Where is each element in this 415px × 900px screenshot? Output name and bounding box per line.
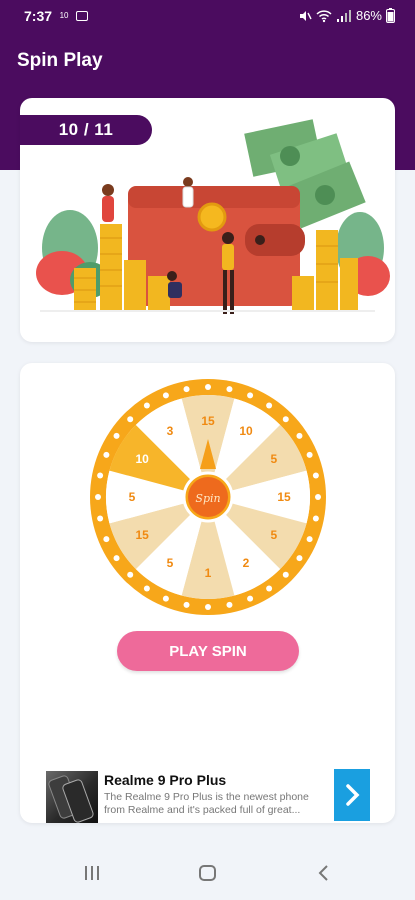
wheel-rim-light: [183, 601, 190, 608]
status-bar: 7:37 10 86%: [0, 0, 415, 34]
wheel-rim-light: [127, 571, 134, 578]
wheel-rim-light: [282, 571, 289, 578]
wheel-rim-light: [97, 472, 104, 479]
wheel-rim-light: [183, 386, 190, 393]
wheel-segment-label: 5: [270, 452, 277, 466]
wheel-rim-light: [315, 494, 321, 500]
wheel-rim-light: [143, 402, 150, 409]
wheel-rim-light: [162, 595, 169, 602]
wheel-rim-light: [205, 604, 211, 610]
wheel-rim-light: [103, 536, 110, 543]
wheel-segment-label: 15: [277, 490, 291, 504]
ad-description: The Realme 9 Pro Plus is the newest phon…: [104, 791, 309, 816]
status-time: 7:37: [24, 8, 53, 24]
wheel-rim-light: [127, 416, 134, 423]
ad-thumbnail: [46, 771, 98, 823]
wifi-icon: [316, 9, 332, 22]
wheel-rim-light: [247, 392, 254, 399]
wheel-rim-light: [162, 392, 169, 399]
wheel-rim-light: [296, 432, 303, 439]
wheel-center-label: Spin: [195, 492, 220, 505]
wheel-segment-label: 15: [201, 414, 215, 428]
ad-banner[interactable]: Realme 9 Pro Plus The Realme 9 Pro Plus …: [46, 769, 370, 823]
wheel-rim-light: [113, 432, 120, 439]
wheel-rim-light: [103, 451, 110, 458]
wheel-rim-light: [95, 494, 101, 500]
banner-card: 10 / 11: [20, 98, 395, 342]
wheel-rim-light: [266, 402, 273, 409]
home-icon[interactable]: [197, 862, 219, 884]
wheel-segment-label: 2: [243, 556, 250, 570]
signal-icon: [336, 9, 351, 22]
wheel-segment-label: 5: [129, 490, 136, 504]
battery-percent: 86%: [355, 8, 382, 23]
gallery-icon: [76, 11, 89, 21]
battery-icon: [386, 8, 395, 23]
chevron-right-icon: [346, 784, 360, 806]
wheel-rim-light: [306, 451, 313, 458]
wheel-segment-label: 5: [270, 528, 277, 542]
back-icon[interactable]: [314, 862, 334, 884]
wallet-coins-illustration: [36, 119, 390, 314]
wheel-rim-light: [247, 595, 254, 602]
wheel-segment-label: 15: [136, 528, 150, 542]
status-mini-label: 10: [59, 11, 69, 20]
wheel-segment-label: 3: [167, 424, 174, 438]
mute-icon: [299, 10, 312, 21]
wheel-rim-light: [312, 472, 319, 479]
page-title: Spin Play: [17, 50, 103, 71]
wheel-rim-light: [97, 515, 104, 522]
spin-card: 15 10 5 15 5 2 1 5 15 5 10 3 Spin PLAY SPIN Realme …: [20, 363, 395, 823]
wheel-rim-light: [296, 555, 303, 562]
spin-wheel[interactable]: 15105155215155103 Spin: [88, 377, 328, 617]
wheel-rim-light: [226, 601, 233, 608]
recent-apps-icon[interactable]: [82, 862, 102, 884]
play-spin-button[interactable]: PLAY SPIN: [117, 631, 299, 671]
wheel-rim-light: [143, 585, 150, 592]
wheel-rim-light: [266, 585, 273, 592]
wheel-rim-light: [306, 536, 313, 543]
wheel-segment-label: 1: [205, 566, 212, 580]
system-nav-bar: [0, 850, 415, 900]
wheel-rim-light: [312, 515, 319, 522]
wheel-segment-label: 10: [239, 424, 253, 438]
wheel-rim-light: [226, 386, 233, 393]
wheel-segment-label: 5: [167, 556, 174, 570]
ad-title: Realme 9 Pro Plus: [104, 772, 227, 788]
wheel-rim-light: [205, 384, 211, 390]
wheel-rim-light: [113, 555, 120, 562]
wheel-segment-label: 10: [136, 452, 150, 466]
wheel-rim-light: [282, 416, 289, 423]
ad-open-button[interactable]: [334, 769, 370, 821]
